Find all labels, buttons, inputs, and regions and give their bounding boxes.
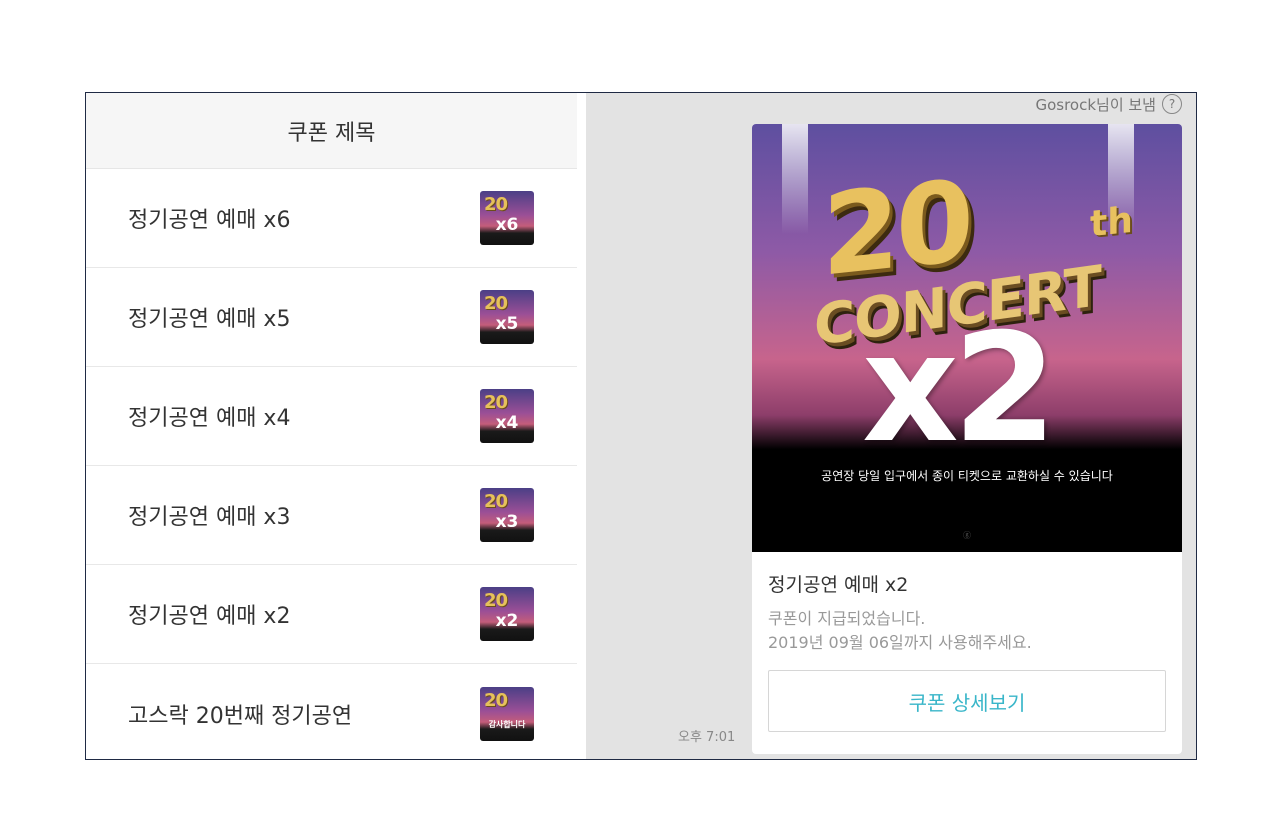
thumbnail-text: 감사합니다 <box>488 719 526 729</box>
list-item-label: 정기공연 예매 x3 <box>128 505 291 530</box>
coupon-poster-image[interactable]: 20 th CONCERT x2 공연장 당일 입구에서 종이 티켓으로 교환하… <box>752 124 1182 552</box>
thumbnail-number: 20 <box>484 293 508 314</box>
thumbnail-number: 20 <box>484 689 508 711</box>
thumbnail-number: 20 <box>484 392 508 413</box>
coupon-thumbnail: 20 x6 <box>480 191 534 245</box>
coupon-thumbnail: 20 감사합니다 <box>480 686 534 741</box>
thumbnail-text: x4 <box>495 413 519 433</box>
poster-multiplier: x2 <box>862 302 1057 476</box>
list-item-label: 정기공연 예매 x5 <box>128 307 291 332</box>
sender-label: Gosrock님이 보냄 <box>1035 95 1156 114</box>
coupon-thumbnail: 20 x4 <box>480 389 534 443</box>
coupon-detail-button[interactable]: 쿠폰 상세보기 <box>768 670 1166 732</box>
help-icon[interactable]: ? <box>1162 94 1182 114</box>
coupon-thumbnail: 20 x2 <box>480 587 534 641</box>
thumbnail-number: 20 <box>484 194 508 215</box>
list-item-label: 정기공연 예매 x6 <box>128 208 291 233</box>
poster-watermark: ⓖ <box>963 531 971 540</box>
coupon-thumbnail: 20 x3 <box>480 488 534 542</box>
thumbnail-text: x2 <box>495 611 519 631</box>
list-item[interactable]: 정기공연 예매 x6 20 x6 <box>86 169 577 268</box>
card-desc-line: 쿠폰이 지급되었습니다. <box>768 609 926 628</box>
coupon-thumbnail: 20 x5 <box>480 290 534 344</box>
thumbnail-number: 20 <box>484 491 508 512</box>
thumbnail-number: 20 <box>484 590 508 611</box>
list-item[interactable]: 정기공연 예매 x4 20 x4 <box>86 367 577 466</box>
sender-info: Gosrock님이 보냄 ? <box>1035 93 1182 115</box>
poster-note: 공연장 당일 입구에서 종이 티켓으로 교환하실 수 있습니다 <box>821 469 1113 483</box>
window-frame: 쿠폰 제목 정기공연 예매 x6 20 x6 정기공연 예매 x5 20 x5 … <box>85 92 1197 760</box>
poster-suffix: th <box>1090 199 1133 246</box>
card-title: 정기공연 예매 x2 <box>768 574 909 596</box>
thumbnail-text: x6 <box>495 215 519 235</box>
list-item-label: 고스락 20번째 정기공연 <box>128 703 353 729</box>
list-item[interactable]: 정기공연 예매 x5 20 x5 <box>86 268 577 367</box>
coupon-card: 20 th CONCERT x2 공연장 당일 입구에서 종이 티켓으로 교환하… <box>752 124 1182 754</box>
message-timestamp: 오후 7:01 <box>678 730 736 745</box>
thumbnail-text: x5 <box>495 314 519 334</box>
list-item[interactable]: 정기공연 예매 x3 20 x3 <box>86 466 577 565</box>
chat-pane: Gosrock님이 보냄 ? 오후 7:01 20 th CONCERT x2 … <box>586 93 1196 759</box>
thumbnail-text: x3 <box>495 512 519 532</box>
card-body: 정기공연 예매 x2 쿠폰이 지급되었습니다. 2019년 09월 06일까지 … <box>752 552 1182 655</box>
card-description: 쿠폰이 지급되었습니다. 2019년 09월 06일까지 사용해주세요. <box>768 607 1166 655</box>
list-item-label: 정기공연 예매 x2 <box>128 604 291 629</box>
list-header: 쿠폰 제목 <box>86 93 577 169</box>
coupon-list: 쿠폰 제목 정기공연 예매 x6 20 x6 정기공연 예매 x5 20 x5 … <box>86 93 577 759</box>
list-item[interactable]: 정기공연 예매 x2 20 x2 <box>86 565 577 664</box>
list-item-label: 정기공연 예매 x4 <box>128 406 291 431</box>
list-item[interactable]: 고스락 20번째 정기공연 20 감사합니다 <box>86 664 577 759</box>
card-desc-line: 2019년 09월 06일까지 사용해주세요. <box>768 633 1032 652</box>
spotlight-beam <box>782 124 808 234</box>
